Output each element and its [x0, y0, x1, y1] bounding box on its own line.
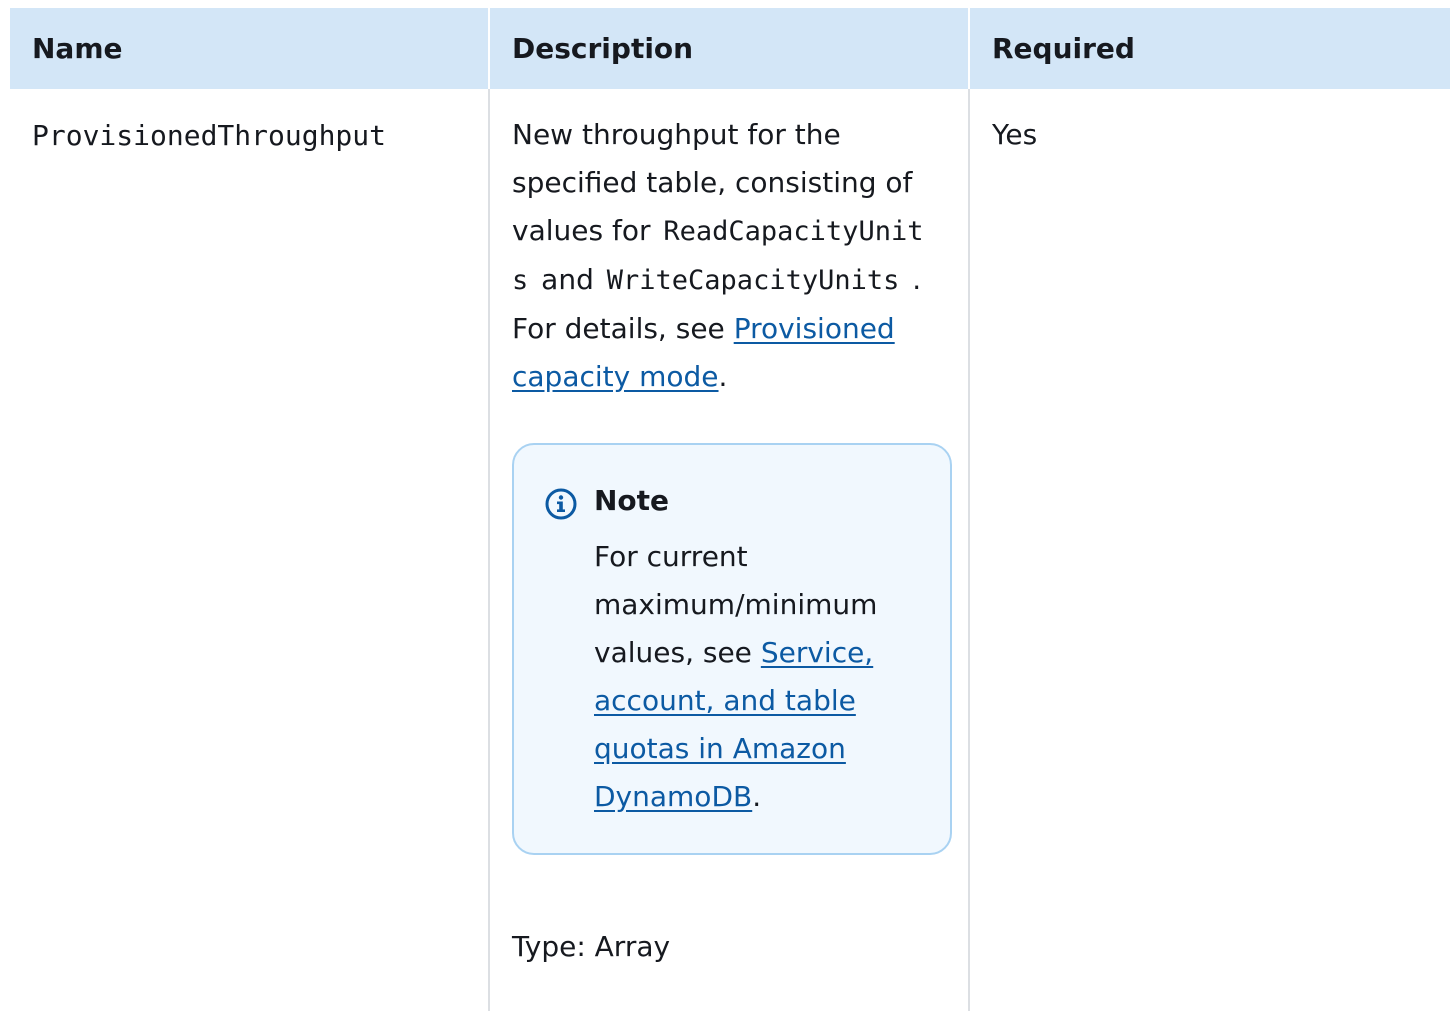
- description-text-2: and: [541, 263, 594, 296]
- note-title: Note: [594, 484, 670, 517]
- table-header: Name Description Required: [10, 8, 1450, 89]
- note-text-2: .: [752, 780, 762, 813]
- parameters-table: Name Description Required ProvisionedThr…: [10, 8, 1450, 1011]
- table-row: ProvisionedThroughput New throughput for…: [10, 89, 1450, 1011]
- parameter-name: ProvisionedThroughput: [10, 89, 490, 1011]
- description-text-4: .: [718, 360, 728, 393]
- required-value: Yes: [992, 118, 1038, 151]
- type-label: Type: Array: [512, 930, 671, 963]
- code-write-capacity-units: WriteCapacityUnits: [606, 265, 900, 296]
- header-row: Name Description Required: [10, 8, 1450, 89]
- description-cell: New throughput for the specified table, …: [489, 89, 970, 1011]
- note-text: For current maximum/minimum values, see …: [594, 533, 926, 821]
- required-cell: Yes: [969, 89, 1450, 1011]
- note-body: Note For current maximum/minimum values,…: [594, 479, 926, 853]
- info-icon: [545, 488, 577, 520]
- description-text: New throughput for the specified table, …: [512, 111, 942, 401]
- header-required: Required: [969, 8, 1450, 89]
- note-box: Note For current maximum/minimum values,…: [512, 443, 952, 855]
- page: Name Description Required ProvisionedThr…: [0, 0, 1450, 1013]
- header-name: Name: [10, 8, 490, 89]
- header-description: Description: [489, 8, 970, 89]
